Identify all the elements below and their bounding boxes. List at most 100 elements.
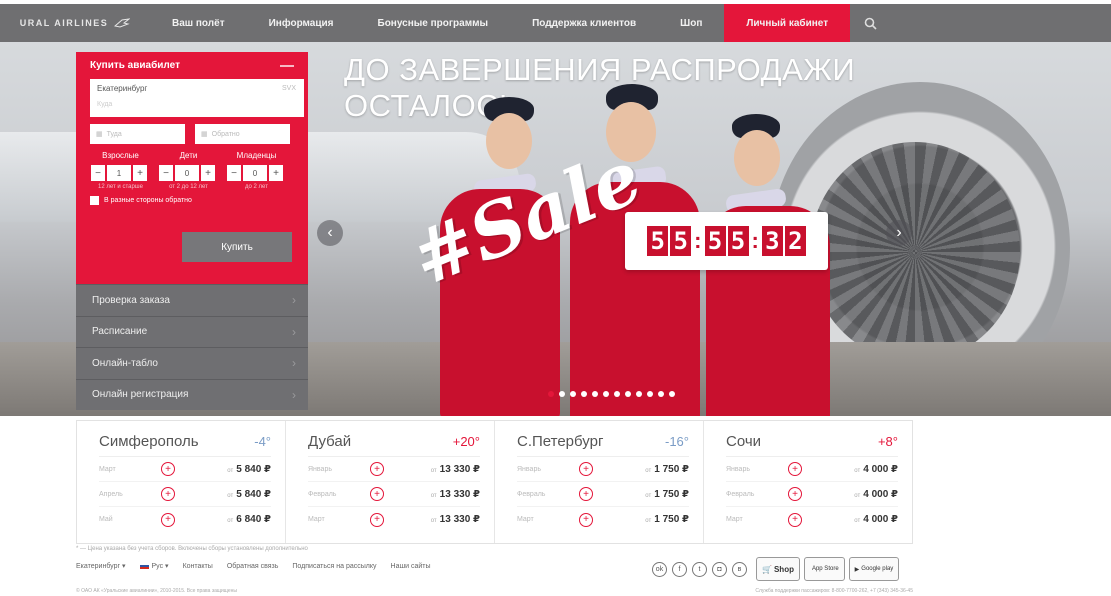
offer-row[interactable]: Январь + от 1 750 ₽ bbox=[517, 457, 689, 482]
offer-price: от 5 840 ₽ bbox=[227, 464, 271, 475]
offer-row[interactable]: Март + от 4 000 ₽ bbox=[726, 507, 898, 532]
offer-row[interactable]: Февраль + от 13 330 ₽ bbox=[308, 482, 480, 507]
plus-circle-icon[interactable]: + bbox=[161, 462, 175, 476]
children-selector: Дети − 0 + от 2 до 12 лет bbox=[158, 151, 219, 190]
offer-city[interactable]: Дубай bbox=[308, 433, 351, 450]
route-field[interactable]: Екатеринбург SVX Куда bbox=[90, 79, 304, 117]
offer-row[interactable]: Март + от 5 840 ₽ bbox=[99, 457, 271, 482]
infants-value[interactable]: 0 bbox=[242, 164, 268, 182]
side-item-schedule[interactable]: Расписание › bbox=[76, 315, 308, 347]
offer-row[interactable]: Февраль + от 4 000 ₽ bbox=[726, 482, 898, 507]
plus-circle-icon[interactable]: + bbox=[370, 462, 384, 476]
nav-item-information[interactable]: Информация bbox=[247, 4, 356, 42]
vk-icon[interactable]: в bbox=[732, 561, 747, 577]
language-selector[interactable]: Рус ▾ bbox=[139, 562, 169, 570]
children-increment-button[interactable]: + bbox=[200, 164, 216, 182]
slider-dot[interactable] bbox=[548, 391, 554, 397]
slider-dot[interactable] bbox=[603, 391, 609, 397]
offer-row[interactable]: Январь + от 13 330 ₽ bbox=[308, 457, 480, 482]
from-city-input[interactable]: Екатеринбург bbox=[97, 84, 297, 93]
nav-item-personal-account[interactable]: Личный кабинет bbox=[724, 4, 851, 42]
plus-circle-icon[interactable]: + bbox=[579, 512, 593, 527]
offer-row[interactable]: Март + от 1 750 ₽ bbox=[517, 507, 689, 532]
adults-value[interactable]: 1 bbox=[106, 164, 132, 182]
slider-dot[interactable] bbox=[592, 391, 598, 397]
offer-price-prefix: от bbox=[645, 518, 652, 524]
side-item-online-board[interactable]: Онлайн-табло › bbox=[76, 347, 308, 379]
depart-date-input[interactable]: ▦ Туда bbox=[90, 124, 185, 144]
slider-dot[interactable] bbox=[658, 391, 664, 397]
footer-link-feedback[interactable]: Обратная связь bbox=[227, 563, 279, 570]
offer-row[interactable]: Май + от 6 840 ₽ bbox=[99, 507, 271, 532]
plus-circle-icon[interactable]: + bbox=[161, 487, 175, 501]
search-button[interactable] bbox=[850, 4, 890, 42]
slider-next-arrow-icon[interactable]: › bbox=[886, 220, 912, 246]
offer-card: С.Петербург -16° Январь + от 1 750 ₽ Февр… bbox=[495, 421, 704, 543]
plus-circle-icon[interactable]: + bbox=[370, 487, 384, 501]
adults-increment-button[interactable]: + bbox=[132, 164, 148, 182]
offer-month: Февраль bbox=[726, 490, 755, 498]
slider-dot[interactable] bbox=[669, 391, 675, 397]
slider-dot[interactable] bbox=[581, 391, 587, 397]
offer-row[interactable]: Март + от 13 330 ₽ bbox=[308, 507, 480, 532]
plus-circle-icon[interactable]: + bbox=[579, 487, 593, 501]
slider-dot[interactable] bbox=[559, 391, 565, 397]
offer-row[interactable]: Апрель + от 5 840 ₽ bbox=[99, 482, 271, 507]
city-selector[interactable]: Екатеринбург ▾ bbox=[76, 562, 126, 570]
plus-circle-icon[interactable]: + bbox=[161, 512, 175, 527]
google-play-button[interactable]: ▶ Google play bbox=[848, 557, 900, 581]
chevron-right-icon: › bbox=[292, 293, 296, 308]
offer-price-value: 13 330 ₽ bbox=[439, 488, 480, 500]
nav-item-bonus-programs[interactable]: Бонусные программы bbox=[356, 4, 511, 42]
slider-dot[interactable] bbox=[570, 391, 576, 397]
offer-header: С.Петербург -16° bbox=[517, 433, 689, 457]
offer-month: Апрель bbox=[99, 490, 123, 498]
children-decrement-button[interactable]: − bbox=[158, 164, 174, 182]
offer-city[interactable]: Симферополь bbox=[99, 433, 199, 450]
collapse-icon[interactable] bbox=[280, 65, 294, 67]
infants-increment-button[interactable]: + bbox=[268, 164, 284, 182]
timer-separator: : bbox=[751, 228, 759, 253]
plus-circle-icon[interactable]: + bbox=[579, 462, 593, 476]
twitter-icon[interactable]: t bbox=[692, 561, 707, 577]
footer-link-our-sites[interactable]: Наши сайты bbox=[391, 563, 431, 570]
adults-decrement-button[interactable]: − bbox=[90, 164, 106, 182]
roundtrip-option[interactable]: В разные стороны обратно bbox=[90, 196, 294, 205]
site-logo[interactable]: URAL AIRLINES bbox=[0, 4, 150, 42]
to-city-input[interactable]: Куда bbox=[97, 101, 297, 108]
buy-ticket-button[interactable]: Купить bbox=[182, 232, 292, 262]
slider-dot[interactable] bbox=[636, 391, 642, 397]
footer-link-subscribe[interactable]: Подписаться на рассылку bbox=[292, 563, 376, 570]
return-date-input[interactable]: ▦ Обратно bbox=[195, 124, 290, 144]
offer-price: от 1 750 ₽ bbox=[645, 514, 689, 525]
slider-dot[interactable] bbox=[614, 391, 620, 397]
infants-decrement-button[interactable]: − bbox=[226, 164, 242, 182]
app-store-button[interactable]: App Store bbox=[803, 557, 845, 581]
footer-link-contacts[interactable]: Контакты bbox=[183, 563, 213, 570]
roundtrip-checkbox[interactable] bbox=[90, 196, 99, 205]
offer-month: Февраль bbox=[517, 490, 546, 498]
nav-item-your-flight[interactable]: Ваш полёт bbox=[150, 4, 247, 42]
plus-circle-icon[interactable]: + bbox=[370, 512, 384, 527]
children-value[interactable]: 0 bbox=[174, 164, 200, 182]
facebook-icon[interactable]: f bbox=[672, 561, 687, 577]
slider-dot[interactable] bbox=[625, 391, 631, 397]
slider-prev-arrow-icon[interactable]: ‹ bbox=[317, 220, 343, 246]
instagram-icon[interactable]: ◘ bbox=[712, 561, 727, 577]
plus-circle-icon[interactable]: + bbox=[788, 462, 802, 476]
offer-price-prefix: от bbox=[854, 518, 861, 524]
side-item-order-check[interactable]: Проверка заказа › bbox=[76, 284, 308, 316]
odnoklassniki-icon[interactable]: ok bbox=[652, 561, 667, 577]
offer-city[interactable]: Сочи bbox=[726, 433, 761, 450]
plus-circle-icon[interactable]: + bbox=[788, 487, 802, 501]
shop-button[interactable]: 🛒 Shop bbox=[756, 557, 800, 581]
side-item-online-checkin[interactable]: Онлайн регистрация › bbox=[76, 378, 308, 410]
offer-row[interactable]: Февраль + от 1 750 ₽ bbox=[517, 482, 689, 507]
nav-item-customer-support[interactable]: Поддержка клиентов bbox=[510, 4, 658, 42]
offer-row[interactable]: Январь + от 4 000 ₽ bbox=[726, 457, 898, 482]
slider-dot[interactable] bbox=[647, 391, 653, 397]
offer-city[interactable]: С.Петербург bbox=[517, 433, 603, 450]
side-item-label: Онлайн-табло bbox=[92, 357, 158, 369]
plus-circle-icon[interactable]: + bbox=[788, 512, 802, 527]
nav-item-shop[interactable]: Шоп bbox=[658, 4, 724, 42]
